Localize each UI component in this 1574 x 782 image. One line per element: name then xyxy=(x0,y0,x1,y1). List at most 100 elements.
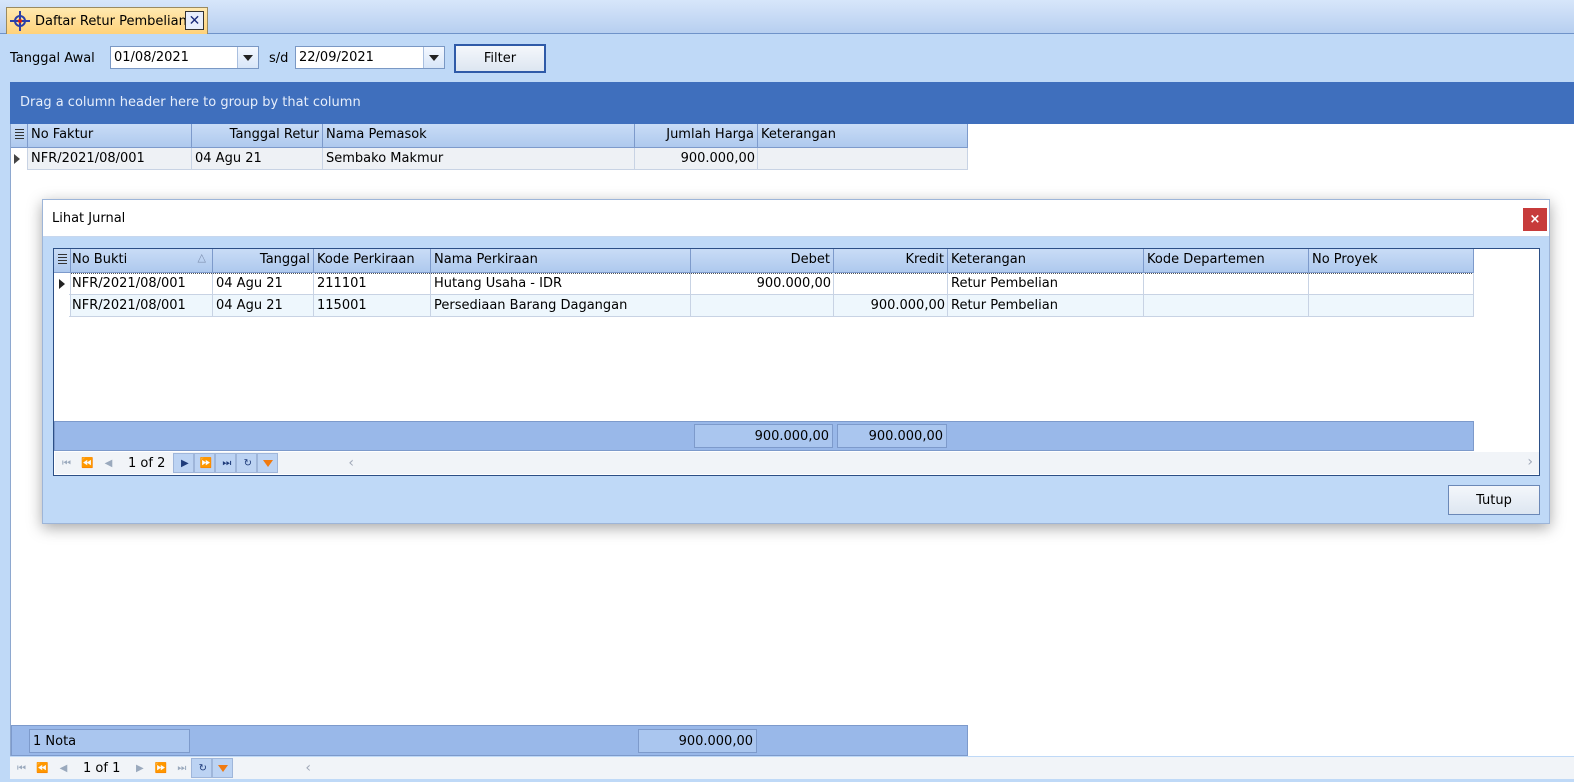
last-page-icon[interactable]: ⏭ xyxy=(170,758,191,778)
tab-daftar-retur-pembelian[interactable]: Daftar Retur Pembelian ✕ xyxy=(6,7,208,34)
cell-no-proyek[interactable] xyxy=(1309,295,1474,317)
column-header-kode-perkiraan[interactable]: Kode Perkiraan xyxy=(314,249,431,272)
cell-tanggal[interactable]: 04 Agu 21 xyxy=(213,273,314,295)
close-tab-button[interactable]: ✕ xyxy=(185,11,204,30)
column-header-keterangan[interactable]: Keterangan xyxy=(758,124,968,147)
cell-nama-perkiraan[interactable]: Hutang Usaha - IDR xyxy=(431,273,691,295)
column-header-jumlah-harga[interactable]: Jumlah Harga xyxy=(635,124,758,147)
end-date-dropdown-button[interactable] xyxy=(423,47,444,68)
previous-record-icon[interactable]: ◀ xyxy=(52,758,73,778)
page-indicator: 1 of 2 xyxy=(128,455,166,471)
first-page-icon[interactable]: ⏮ xyxy=(10,758,31,778)
first-page-icon[interactable]: ⏮ xyxy=(55,453,76,473)
tutup-button[interactable]: Tutup xyxy=(1448,485,1540,515)
filter-funnel-icon[interactable] xyxy=(212,758,234,778)
column-header-debet[interactable]: Debet xyxy=(691,249,834,272)
cell-tanggal-retur[interactable]: 04 Agu 21 xyxy=(192,148,323,170)
column-header-tanggal-retur[interactable]: Tanggal Retur xyxy=(192,124,323,147)
cell-no-bukti[interactable]: NFR/2021/08/001 xyxy=(69,295,213,317)
filter-button[interactable]: Filter xyxy=(454,44,546,73)
cell-kredit[interactable] xyxy=(834,273,948,295)
table-row[interactable]: NFR/2021/08/001 04 Agu 21 211101 Hutang … xyxy=(54,273,1474,295)
cell-kode-perkiraan[interactable]: 115001 xyxy=(314,295,431,317)
cell-jumlah-harga[interactable]: 900.000,00 xyxy=(635,148,758,170)
next-page-group-icon[interactable]: ⏩ xyxy=(149,758,170,778)
row-indicator xyxy=(11,148,28,170)
previous-record-icon[interactable]: ◀ xyxy=(97,453,118,473)
main-grid-footer: 1 Nota 900.000,00 xyxy=(11,725,968,756)
refresh-icon[interactable]: ↻ xyxy=(236,453,258,473)
cell-keterangan[interactable] xyxy=(758,148,968,170)
main-grid-header: No Faktur Tanggal Retur Nama Pemasok Jum… xyxy=(11,124,968,148)
column-header-no-bukti[interactable]: No Bukti △ xyxy=(69,249,213,272)
table-row[interactable]: NFR/2021/08/001 04 Agu 21 Sembako Makmur… xyxy=(11,148,968,170)
filter-funnel-icon[interactable] xyxy=(257,453,279,473)
previous-page-group-icon[interactable]: ⏪ xyxy=(31,758,52,778)
document-tab-bar: Daftar Retur Pembelian ✕ xyxy=(0,0,1574,34)
cell-no-bukti[interactable]: NFR/2021/08/001 xyxy=(69,273,213,295)
next-record-icon[interactable]: ▶ xyxy=(128,758,149,778)
last-page-icon[interactable]: ⏭ xyxy=(215,453,237,473)
start-date-label: Tanggal Awal xyxy=(10,51,95,66)
list-icon xyxy=(15,129,24,141)
end-date-field[interactable]: 22/09/2021 xyxy=(295,46,445,69)
refresh-icon[interactable]: ↻ xyxy=(191,758,213,778)
cell-no-proyek[interactable] xyxy=(1309,273,1474,295)
main-grid-navigator: ⏮ ⏪ ◀ 1 of 1 ▶ ⏩ ⏭ ↻ ‹ xyxy=(10,757,1574,779)
journal-grid-header: No Bukti △ Tanggal Kode Perkiraan Nama P… xyxy=(54,249,1474,273)
cell-kode-departemen[interactable] xyxy=(1144,295,1309,317)
cell-no-faktur[interactable]: NFR/2021/08/001 xyxy=(28,148,192,170)
column-header-no-bukti-label: No Bukti xyxy=(72,252,128,267)
chevron-down-icon xyxy=(429,54,439,61)
row-pointer-icon xyxy=(14,154,20,164)
cell-keterangan[interactable]: Retur Pembelian xyxy=(948,273,1144,295)
cell-debet[interactable] xyxy=(691,295,834,317)
column-header-kode-departemen[interactable]: Kode Departemen xyxy=(1144,249,1309,272)
journal-grid: No Bukti △ Tanggal Kode Perkiraan Nama P… xyxy=(53,248,1540,476)
table-row[interactable]: NFR/2021/08/001 04 Agu 21 115001 Persedi… xyxy=(54,295,1474,317)
scroll-left-icon[interactable]: ‹ xyxy=(305,760,311,776)
column-header-nama-pemasok[interactable]: Nama Pemasok xyxy=(323,124,635,147)
footer-total-kredit: 900.000,00 xyxy=(837,424,947,448)
dialog-title: Lihat Jurnal xyxy=(52,211,126,226)
column-chooser-button[interactable] xyxy=(11,124,28,147)
sort-ascending-icon: △ xyxy=(197,251,206,264)
column-header-no-faktur[interactable]: No Faktur xyxy=(28,124,192,147)
column-header-keterangan[interactable]: Keterangan xyxy=(948,249,1144,272)
list-icon xyxy=(58,254,67,266)
scroll-right-icon[interactable]: › xyxy=(1527,454,1533,470)
journal-grid-navigator: ⏮ ⏪ ◀ 1 of 2 ▶ ⏩ ⏭ ↻ ‹ › xyxy=(55,452,1539,474)
column-header-tanggal[interactable]: Tanggal xyxy=(213,249,314,272)
scroll-left-icon[interactable]: ‹ xyxy=(348,455,354,471)
start-date-field[interactable]: 01/08/2021 xyxy=(110,46,259,69)
cell-tanggal[interactable]: 04 Agu 21 xyxy=(213,295,314,317)
lihat-jurnal-dialog: Lihat Jurnal × No Bukti △ Tanggal Kode P… xyxy=(42,199,1550,524)
column-header-nama-perkiraan[interactable]: Nama Perkiraan xyxy=(431,249,691,272)
page-indicator: 1 of 1 xyxy=(83,760,121,776)
cell-debet[interactable]: 900.000,00 xyxy=(691,273,834,295)
cell-nama-perkiraan[interactable]: Persediaan Barang Dagangan xyxy=(431,295,691,317)
tab-title: Daftar Retur Pembelian xyxy=(35,13,187,29)
cell-kode-departemen[interactable] xyxy=(1144,273,1309,295)
cell-kode-perkiraan[interactable]: 211101 xyxy=(314,273,431,295)
next-page-group-icon[interactable]: ⏩ xyxy=(194,453,216,473)
cell-kredit[interactable]: 900.000,00 xyxy=(834,295,948,317)
group-by-panel[interactable]: Drag a column header here to group by th… xyxy=(10,82,1574,124)
chevron-down-icon xyxy=(243,54,253,61)
footer-total-debet: 900.000,00 xyxy=(694,424,833,448)
previous-page-group-icon[interactable]: ⏪ xyxy=(76,453,97,473)
date-range-separator: s/d xyxy=(269,51,289,66)
column-header-kredit[interactable]: Kredit xyxy=(834,249,948,272)
cell-keterangan[interactable]: Retur Pembelian xyxy=(948,295,1144,317)
row-pointer-icon xyxy=(59,279,65,289)
footer-total: 900.000,00 xyxy=(638,729,757,753)
next-record-icon[interactable]: ▶ xyxy=(173,453,195,473)
dialog-title-bar: Lihat Jurnal × xyxy=(43,200,1549,237)
footer-count: 1 Nota xyxy=(29,729,190,753)
dialog-close-button[interactable]: × xyxy=(1523,208,1547,231)
end-date-value: 22/09/2021 xyxy=(299,50,374,65)
column-header-no-proyek[interactable]: No Proyek xyxy=(1309,249,1474,272)
filter-bar: Tanggal Awal 01/08/2021 s/d 22/09/2021 F… xyxy=(0,34,1574,82)
start-date-dropdown-button[interactable] xyxy=(237,47,258,68)
cell-nama-pemasok[interactable]: Sembako Makmur xyxy=(323,148,635,170)
